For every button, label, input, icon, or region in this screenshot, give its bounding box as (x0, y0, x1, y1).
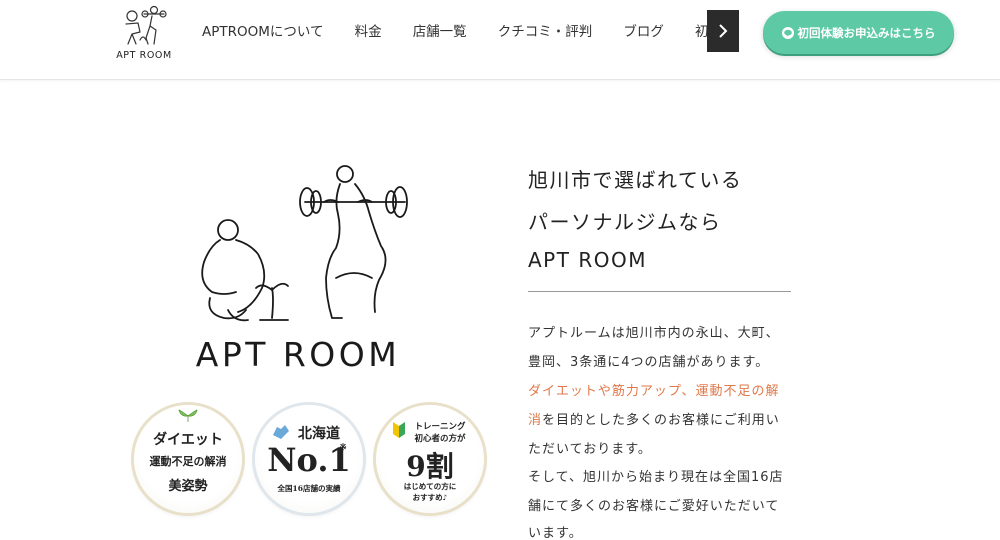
intro-line-4: 消を目的とした多くのお客様にご利用い (528, 409, 780, 428)
nav-item-about[interactable]: APTROOMについて (202, 22, 324, 41)
intro-line-5: ただいております。 (528, 442, 652, 457)
logo-figures-icon (125, 5, 167, 45)
hero-logo-text: APT ROOM (195, 335, 401, 374)
trial-signup-label: 初回体験お申込みはこちら (797, 25, 936, 40)
nav-item-pricing[interactable]: 料金 (355, 22, 382, 41)
intro-line-2: 豊岡、3条通に4つの店舗があります。 (528, 355, 770, 370)
hero-heading-line1: 旭川市で選ばれている (528, 168, 743, 192)
hero-heading-line2: パーソナルジムなら (528, 210, 722, 234)
history-line-1: そして、旭川から始まり現在は全国16店 (528, 470, 784, 485)
nav-item-stores[interactable]: 店舗一覧 (413, 22, 467, 41)
badge-beginners-big: 9割 (406, 450, 454, 483)
line-chat-icon (781, 26, 794, 39)
badge-beginners-bottom1: はじめての方に (403, 482, 457, 491)
badge-diet: ダイエット 運動不足の解消 美姿勢 (134, 405, 242, 513)
badge-diet-line3: 美姿勢 (168, 479, 208, 494)
nav-scroll-next-button[interactable] (707, 10, 739, 52)
badge-diet-line1: ダイエット (153, 432, 223, 448)
history-line-3: います。 (528, 526, 583, 540)
nav-item-blog[interactable]: ブログ (623, 22, 664, 41)
badge-diet-line2: 運動不足の解消 (149, 455, 227, 468)
nav-item-reviews[interactable]: クチコミ・評判 (498, 22, 593, 41)
intro-line-1: アプトルームは旭川市内の永山、大町、 (528, 326, 780, 341)
site-header: APT ROOM APTROOMについて 料金 店舗一覧 クチコミ・評判 ブログ… (0, 0, 1000, 80)
badge-beginners: トレーニング 初心者の方が 9割 はじめての方に おすすめ♪ (376, 405, 484, 513)
heading-divider (528, 291, 791, 292)
logo-text: APT ROOM (116, 50, 172, 61)
history-line-2: 舗にて多くのお客様にご愛好いただいて (528, 499, 780, 514)
badge-no1: 北海道 No.1 ※ 全国16店舗の実績 (255, 405, 363, 513)
badge-no1-region: 北海道 (298, 426, 340, 442)
badge-beginners-top2: 初心者の方が (414, 434, 466, 444)
leaf-icon (178, 409, 198, 422)
intro-highlight-end: 消 (528, 413, 543, 428)
main-nav: APTROOMについて 料金 店舗一覧 クチコミ・評判 ブログ 初回体験 (202, 21, 710, 41)
chevron-right-icon (719, 24, 728, 38)
intro-line-4-rest: を目的とした多くのお客様にご利用い (542, 413, 780, 428)
badge-beginners-top1: トレーニング (414, 422, 466, 432)
site-logo[interactable]: APT ROOM (112, 4, 176, 62)
badge-no1-mark: ※ (339, 443, 347, 453)
hero-heading-line3: APT ROOM (528, 248, 647, 272)
trial-signup-button[interactable]: 初回体験お申込みはこちら (763, 11, 954, 54)
badge-beginners-bottom2: おすすめ♪ (412, 493, 448, 502)
badge-no1-note: 全国16店舗の実績 (277, 484, 341, 493)
intro-highlight-line: ダイエットや筋力アップ、運動不足の解 (528, 384, 780, 399)
